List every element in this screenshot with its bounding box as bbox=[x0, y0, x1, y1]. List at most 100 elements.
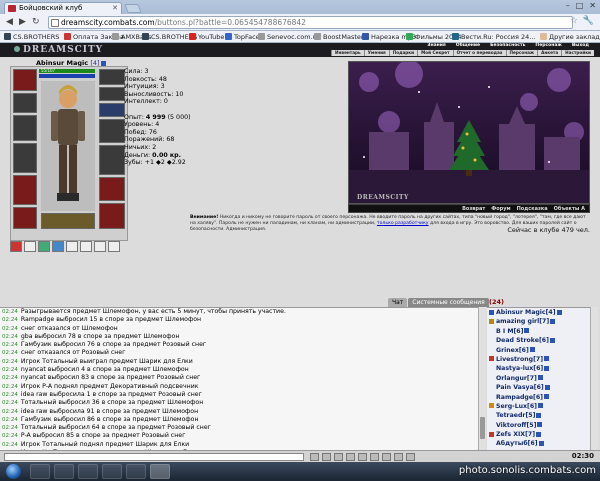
info-icon[interactable] bbox=[544, 384, 550, 390]
user-item[interactable]: Zefs XIX[7] bbox=[487, 430, 590, 439]
bookmark-item[interactable]: BoostMaster bbox=[314, 32, 364, 42]
info-icon[interactable] bbox=[544, 394, 550, 400]
bookmark-star-icon[interactable]: ☆ bbox=[570, 16, 578, 26]
new-tab-button[interactable] bbox=[124, 4, 142, 13]
info-icon[interactable] bbox=[536, 412, 542, 418]
bookmark-item[interactable]: Senevoc.com.ua bbox=[258, 32, 321, 42]
helmet-slot[interactable] bbox=[13, 69, 37, 91]
submenu-item[interactable]: Отчет о переводах bbox=[452, 50, 506, 56]
browser-tab[interactable]: Бойцовский клуб ✕ bbox=[4, 2, 122, 14]
info-icon[interactable] bbox=[538, 440, 544, 446]
bookmark-item[interactable]: TopFace bbox=[225, 32, 260, 42]
info-icon[interactable] bbox=[537, 422, 543, 428]
menu-item[interactable]: Выход bbox=[567, 43, 594, 49]
location-menu-item[interactable]: Возврат bbox=[462, 205, 485, 212]
user-item[interactable]: Livestrong[7] bbox=[487, 355, 590, 364]
ring-slot[interactable] bbox=[99, 103, 125, 117]
quick-slot[interactable] bbox=[80, 241, 92, 252]
submenu-item[interactable]: Подарки bbox=[388, 50, 417, 56]
info-icon[interactable] bbox=[549, 337, 555, 343]
weapon-slot[interactable] bbox=[13, 143, 37, 173]
developer-link[interactable]: только разработчику bbox=[377, 221, 429, 226]
exit-button[interactable] bbox=[406, 453, 415, 461]
close-window-icon[interactable]: ✕ bbox=[589, 1, 596, 10]
refresh-button[interactable] bbox=[394, 453, 403, 461]
menu-item[interactable]: Безопасность bbox=[485, 43, 530, 49]
sound-button[interactable] bbox=[382, 453, 391, 461]
user-item[interactable]: Dead Stroke[6] bbox=[487, 336, 590, 345]
taskbar-explorer[interactable] bbox=[30, 464, 50, 479]
reload-icon[interactable]: ↻ bbox=[32, 17, 40, 28]
necklace-slot[interactable] bbox=[13, 115, 37, 141]
earrings-slot[interactable] bbox=[13, 93, 37, 113]
forward-icon[interactable]: ▶ bbox=[19, 17, 26, 28]
shield-slot[interactable] bbox=[99, 145, 125, 175]
pants-slot[interactable] bbox=[99, 177, 125, 201]
clear-button[interactable] bbox=[334, 453, 343, 461]
user-item[interactable]: B I M[6] bbox=[487, 327, 590, 336]
submenu-item[interactable]: Умения bbox=[363, 50, 389, 56]
location-menu-item[interactable]: Объекты А bbox=[554, 205, 585, 212]
info-icon[interactable] bbox=[538, 403, 544, 409]
info-icon[interactable] bbox=[100, 60, 106, 66]
quick-slot[interactable] bbox=[38, 241, 50, 252]
location-view[interactable]: DREAMSCITY bbox=[348, 61, 590, 204]
armor-slot[interactable] bbox=[13, 175, 37, 205]
info-icon[interactable] bbox=[556, 309, 562, 315]
user-item[interactable]: amazing girl[7] bbox=[487, 317, 590, 326]
tab-system-messages[interactable]: Системные сообщения bbox=[408, 298, 489, 307]
back-icon[interactable]: ◀ bbox=[6, 17, 13, 28]
submenu-item[interactable]: Мой Секрет bbox=[417, 50, 452, 56]
boots-slot[interactable] bbox=[99, 203, 125, 229]
quick-slot[interactable] bbox=[52, 241, 64, 252]
smiles-button[interactable] bbox=[322, 453, 331, 461]
submenu-item[interactable]: Персонаж bbox=[505, 50, 538, 56]
users-scrollbar[interactable] bbox=[590, 307, 598, 450]
start-button[interactable] bbox=[6, 464, 21, 479]
address-bar[interactable]: dreamscity.combats.com/buttons.pl?battle… bbox=[48, 16, 573, 29]
location-menu-item[interactable]: Форум bbox=[491, 205, 510, 212]
chat-scrollbar[interactable] bbox=[478, 307, 486, 450]
tab-chat[interactable]: Чат bbox=[388, 298, 408, 307]
bookmark-item[interactable]: Другие закладки bbox=[540, 32, 600, 42]
taskbar-chrome[interactable] bbox=[150, 464, 170, 479]
taskbar-media[interactable] bbox=[78, 464, 98, 479]
user-item[interactable]: Rampadge[6] bbox=[487, 393, 590, 402]
close-tab-icon[interactable]: ✕ bbox=[112, 3, 118, 14]
bookmark-item[interactable]: YouTube bbox=[189, 32, 224, 42]
send-button[interactable] bbox=[310, 453, 319, 461]
maximize-icon[interactable]: □ bbox=[576, 1, 584, 10]
quick-slot[interactable] bbox=[108, 241, 120, 252]
bookmark-item[interactable]: Вести.Ru: Россия 24... bbox=[452, 32, 535, 42]
taskbar-skype[interactable] bbox=[102, 464, 122, 479]
info-icon[interactable] bbox=[536, 431, 542, 437]
quick-slot[interactable] bbox=[24, 241, 36, 252]
location-menu-item[interactable]: Подсказка bbox=[517, 205, 548, 212]
quick-slot[interactable] bbox=[10, 241, 22, 252]
gloves-slot[interactable] bbox=[99, 119, 125, 143]
info-icon[interactable] bbox=[544, 356, 550, 362]
user-item[interactable]: Абдутыб[6] bbox=[487, 439, 590, 448]
menu-item[interactable]: Знания bbox=[422, 43, 451, 49]
quick-slot[interactable] bbox=[94, 241, 106, 252]
info-icon[interactable] bbox=[550, 318, 556, 324]
wrench-icon[interactable]: 🔧 bbox=[583, 16, 594, 26]
belt-slot[interactable] bbox=[13, 207, 37, 229]
user-item[interactable]: Grinex[6] bbox=[487, 346, 590, 355]
info-icon[interactable] bbox=[524, 328, 530, 334]
bookmark-item[interactable]: CS.BROTHERS bbox=[4, 32, 59, 42]
ring-slot[interactable] bbox=[99, 87, 125, 101]
submenu-item[interactable]: Анкета bbox=[537, 50, 561, 56]
taskbar-folder[interactable] bbox=[126, 464, 146, 479]
minimize-icon[interactable]: – bbox=[566, 1, 570, 10]
submenu-item[interactable]: Инвентарь bbox=[331, 50, 364, 56]
user-item[interactable]: Abinsur Magic[4] bbox=[487, 308, 590, 317]
filter-button[interactable] bbox=[346, 453, 355, 461]
user-item[interactable]: Tetraedr[5] bbox=[487, 411, 590, 420]
settings-button[interactable] bbox=[358, 453, 367, 461]
info-icon[interactable] bbox=[529, 347, 535, 353]
submenu-item[interactable]: Настройки bbox=[561, 50, 594, 56]
user-item[interactable]: Serg-Lux[6] bbox=[487, 402, 590, 411]
user-item[interactable]: Pain Vasya[6] bbox=[487, 383, 590, 392]
menu-item[interactable]: Общение bbox=[451, 43, 485, 49]
